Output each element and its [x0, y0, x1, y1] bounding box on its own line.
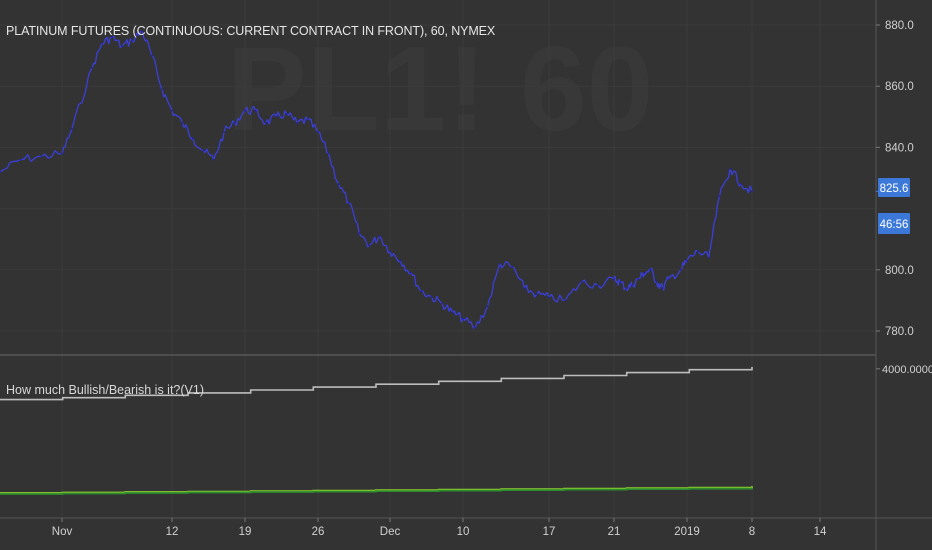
time-tick-label: Nov	[52, 526, 73, 538]
countdown-label: 46:56	[880, 219, 909, 231]
price-point	[430, 296, 433, 299]
price-point	[265, 122, 267, 124]
indicator-line	[0, 487, 753, 495]
price-point	[212, 158, 215, 161]
time-tick-label: Dec	[380, 526, 401, 538]
price-point	[523, 287, 526, 290]
price-point	[619, 281, 621, 283]
price-point	[535, 293, 538, 296]
price-point	[131, 39, 133, 42]
price-point	[420, 290, 423, 293]
last-price-badge: 825.6	[878, 178, 910, 197]
price-point	[625, 287, 628, 290]
time-tick-label: 21	[608, 526, 621, 538]
price-point	[643, 272, 646, 274]
time-tick-label: 12	[166, 526, 179, 538]
time-tick-label: 14	[814, 526, 827, 538]
price-point	[637, 278, 640, 280]
price-point	[202, 149, 205, 152]
price-tick-label: 880.0	[885, 20, 914, 32]
price-point	[19, 158, 22, 161]
time-tick-label: 10	[457, 526, 470, 538]
price-point	[696, 250, 699, 253]
price-point	[285, 112, 288, 115]
price-point	[667, 278, 670, 280]
countdown-badge: 46:56	[878, 213, 910, 234]
price-point	[707, 256, 710, 259]
indicator-title: How much Bullish/Bearish is it?(V1)	[6, 383, 204, 397]
price-point	[441, 302, 443, 305]
watermark-text: PL1! 60	[227, 22, 654, 156]
price-point	[740, 183, 743, 186]
price-tick-label: 780.0	[885, 326, 914, 338]
price-point	[61, 152, 63, 155]
price-point	[631, 284, 634, 286]
price-point	[223, 131, 226, 134]
price-point	[718, 195, 721, 198]
price-point	[181, 122, 184, 124]
price-point	[649, 268, 652, 271]
time-axis[interactable]: Nov 12 19 26 Dec 10 17 21 2019 8 14	[52, 518, 827, 538]
price-point	[40, 155, 43, 158]
price-point	[511, 265, 513, 268]
price-point	[101, 42, 103, 45]
price-point	[751, 190, 753, 193]
price-point	[548, 296, 550, 299]
price-point	[337, 183, 340, 186]
time-tick-label: 26	[312, 526, 325, 538]
price-point	[244, 109, 246, 112]
price-point	[686, 259, 688, 262]
indicator-axis[interactable]: 4000.0000	[876, 364, 932, 376]
price-point	[451, 311, 454, 314]
price-tick-label: 800.0	[885, 265, 914, 277]
time-tick-label: 8	[749, 526, 755, 538]
price-point	[564, 299, 567, 302]
price-point	[474, 327, 477, 329]
time-tick-label: 19	[239, 526, 252, 538]
price-point	[91, 66, 93, 69]
price-point	[580, 281, 583, 283]
price-point	[499, 262, 501, 265]
price-point	[348, 201, 350, 204]
price-point	[410, 272, 412, 274]
price-point	[254, 109, 257, 112]
price-point	[71, 128, 73, 130]
price-point	[151, 54, 153, 57]
price-point	[327, 152, 330, 155]
price-point	[161, 88, 163, 91]
price-point	[171, 109, 173, 112]
price-point	[680, 268, 682, 271]
price-tick-label: 840.0	[885, 142, 914, 154]
price-point	[306, 119, 309, 121]
price-point	[192, 137, 194, 140]
price-point	[613, 278, 615, 280]
time-tick-label: 2019	[674, 526, 700, 538]
price-point	[655, 281, 658, 283]
price-point	[296, 122, 298, 124]
indicator-tick-label: 4000.0000	[882, 364, 932, 376]
price-point	[378, 235, 381, 238]
price-point	[399, 259, 402, 262]
price-point	[486, 305, 489, 308]
price-point	[358, 232, 360, 235]
last-price-label: 825.6	[880, 183, 909, 195]
chart-title: PLATINUM FUTURES (CONTINUOUS: CURRENT CO…	[6, 24, 496, 38]
chart-canvas: PL1! 60 880.0 860.0 840.0 800.0 780.0 4000.0…	[0, 0, 932, 550]
price-point	[729, 167, 732, 170]
price-point	[368, 244, 371, 247]
price-point	[389, 250, 391, 253]
symbol-watermark: PL1! 60	[227, 22, 654, 156]
price-point	[596, 284, 599, 286]
price-point	[317, 131, 319, 134]
price-point	[233, 122, 236, 124]
price-point	[462, 317, 464, 320]
price-point	[275, 115, 278, 118]
time-tick-label: 17	[543, 526, 556, 538]
price-point	[121, 45, 123, 48]
price-tick-label: 860.0	[885, 81, 914, 93]
price-point	[661, 287, 664, 290]
